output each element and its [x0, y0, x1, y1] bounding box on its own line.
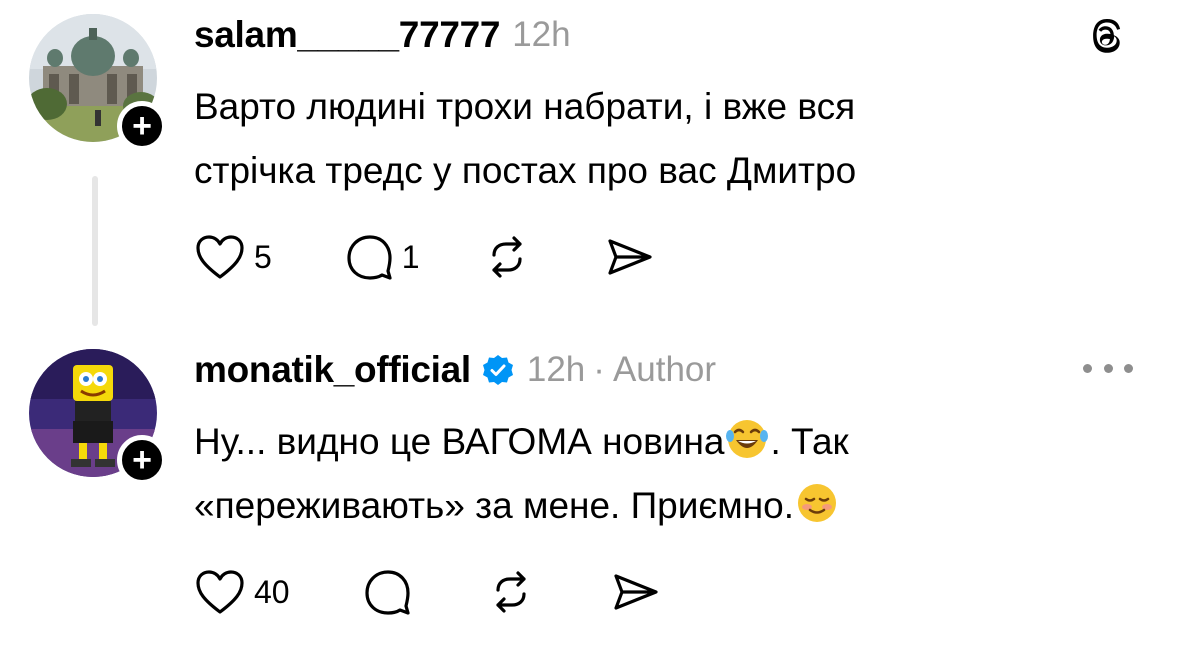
smiling-blushing-emoji: [798, 484, 837, 522]
share-icon: [607, 239, 652, 275]
post-header: monatik_official 12h · Author: [194, 345, 716, 395]
meta-separator: ·: [593, 350, 605, 389]
post-body: Ну... видно це ВАГОМА новина . Так «пере…: [194, 410, 1094, 538]
post-monatik: + monatik_official 12h · Author Ну... видн…: [0, 335, 1179, 647]
share-icon: [613, 574, 658, 610]
follow-button[interactable]: +: [117, 435, 167, 485]
username[interactable]: salam_____77777: [194, 14, 501, 56]
heart-icon: [196, 570, 244, 614]
post-salam: + salam_____77777 12h Варто людині трохи…: [0, 0, 1179, 330]
timestamp: 12h: [512, 15, 571, 54]
repost-button[interactable]: [486, 568, 536, 616]
post-text-line: Варто людині трохи набрати, і вже вся: [194, 86, 856, 127]
follow-button[interactable]: +: [117, 101, 167, 151]
share-button[interactable]: [610, 568, 662, 616]
username[interactable]: monatik_official: [194, 349, 471, 391]
action-bar: 5 1: [194, 232, 656, 282]
post-text-line: «переживають» за мене. Приємно.: [194, 474, 1094, 538]
repost-icon: [491, 236, 522, 278]
heart-icon: [196, 235, 244, 279]
action-bar: 40: [194, 567, 662, 617]
more-options-button[interactable]: [1083, 353, 1133, 383]
post-text-segment: Ну... видно це ВАГОМА новина: [194, 421, 725, 462]
comment-icon: [364, 570, 410, 615]
post-text-segment: «переживають» за мене. Приємно.: [194, 485, 795, 526]
like-count: 5: [254, 238, 272, 275]
tears-of-joy-emoji: [726, 420, 769, 458]
verified-badge-icon: [482, 355, 513, 385]
like-count: 40: [254, 573, 290, 610]
post-text-line: Ну... видно це ВАГОМА новина . Так: [194, 410, 1094, 474]
share-button[interactable]: [604, 233, 656, 281]
repost-icon: [495, 571, 526, 613]
repost-button[interactable]: [482, 233, 532, 281]
author-tag: Author: [612, 350, 717, 389]
threads-logo-icon[interactable]: [1085, 15, 1129, 59]
timestamp: 12h: [526, 350, 586, 389]
post-text-line: стрічка тредс у постах про вас Дмитро: [194, 150, 857, 191]
reply-button[interactable]: [362, 568, 412, 616]
like-button[interactable]: 5: [194, 233, 272, 281]
reply-count: 1: [401, 238, 420, 275]
like-button[interactable]: 40: [194, 568, 290, 616]
thread-connector-line: [92, 176, 98, 326]
post-body: Варто людині трохи набрати, і вже вся ст…: [194, 75, 1094, 203]
reply-button[interactable]: 1: [344, 233, 420, 281]
comment-icon: [347, 235, 392, 280]
more-dots-icon: [1083, 363, 1092, 373]
post-meta: 12h · Author: [527, 350, 716, 390]
plus-icon: +: [132, 107, 152, 145]
post-header: salam_____77777 12h: [194, 10, 571, 60]
plus-icon: +: [132, 441, 152, 479]
post-text-segment: . Так: [770, 421, 849, 462]
